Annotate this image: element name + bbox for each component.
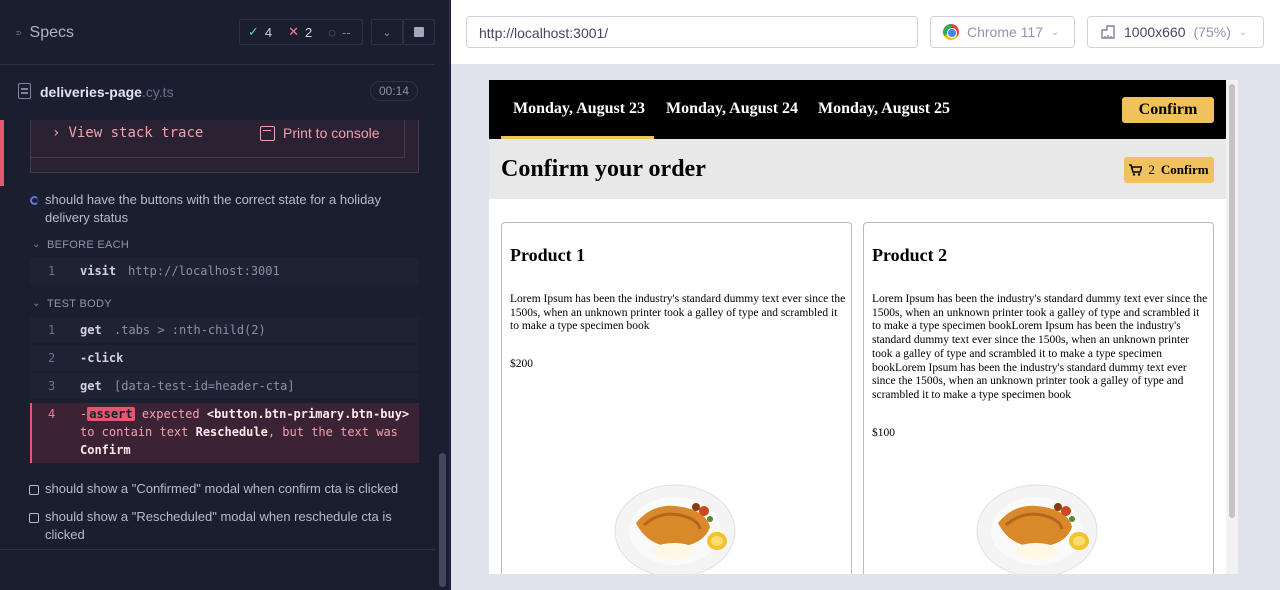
view-stack-trace-button[interactable]: › View stack trace [52,125,203,141]
spec-file-ext: .cy.ts [141,84,174,100]
tab-august-24[interactable]: Monday, August 24 [666,100,798,118]
url-bar[interactable]: http://localhost:3001/ [466,16,918,48]
stop-button[interactable] [403,19,435,45]
food-plate-image [976,484,1098,574]
spec-file-name: deliveries-page [40,84,142,100]
before-each-label[interactable]: BEFORE EACH [47,239,129,251]
assert-badge: assert [87,407,135,421]
app-scrollbar[interactable] [1229,84,1235,518]
product-name: Product 2 [872,245,948,265]
app-preview-panel: http://localhost:3001/ Chrome 117 ⌄ 1000… [451,0,1280,590]
passed-stat: ✓ 4 [248,24,273,40]
test-body-label[interactable]: TEST BODY [47,298,112,310]
test-stats: ✓ 4 ✕ 2 ◌ -- [239,19,363,45]
error-indicator-bar [0,120,4,186]
food-plate-image [614,484,736,574]
pending-checkbox-icon [29,513,39,523]
chevron-down-icon: ⌄ [382,26,392,39]
duration-badge: 00:14 [370,81,418,101]
command-log-scrollbar[interactable] [439,453,446,587]
divider [0,549,435,550]
specs-list-icon [16,31,22,35]
browser-selector[interactable]: Chrome 117 ⌄ [930,16,1075,48]
cart-count: 2 [1148,162,1155,177]
chevron-down-icon: ⌄ [1238,26,1248,38]
app-under-test: Monday, August 23 Monday, August 24 Mond… [489,80,1238,574]
document-icon [18,83,31,99]
page-title: Confirm your order [501,156,706,182]
failed-assert-row[interactable]: 4 - assert expected <button.btn-primary.b… [30,403,419,463]
product-card[interactable]: Product 1 Lorem Ipsum has been the indus… [501,222,852,574]
command-log-panel: Specs ✓ 4 ✕ 2 ◌ -- ⌄ deliveries-page.cy.ts … [0,0,450,590]
specs-toggle[interactable]: Specs [16,24,74,42]
spec-file-row[interactable]: deliveries-page.cy.ts 00:14 [0,66,435,116]
command-row[interactable]: 1 get .tabs > :nth-child(2) [30,317,419,343]
check-icon: ✓ [248,24,259,39]
chrome-icon [943,24,959,40]
chevron-down-icon: ⌄ [1051,26,1060,38]
chevron-down-icon: ⌄ [32,239,41,250]
command-row[interactable]: 2 -click [30,345,419,371]
browser-toolbar: http://localhost:3001/ Chrome 117 ⌄ 1000… [451,0,1280,64]
product-description: Lorem Ipsum has been the industry's stan… [872,293,1208,401]
chevron-right-icon: › [52,125,61,141]
viewport-info[interactable]: 1000x660 (75%) ⌄ [1087,16,1264,48]
console-icon [260,125,275,141]
header-cta-button[interactable]: 2 Confirm [1124,157,1214,183]
specs-header: Specs ✓ 4 ✕ 2 ◌ -- ⌄ [0,0,435,65]
product-price: $100 [872,427,895,439]
product-price: $200 [510,358,533,370]
command-row[interactable]: 1 visit http://localhost:3001 [30,258,419,284]
tab-august-25[interactable]: Monday, August 25 [818,100,950,118]
failed-stat: ✕ 2 [288,24,313,40]
specs-label: Specs [29,24,74,41]
x-icon: ✕ [288,24,300,39]
test-title-confirmed-modal[interactable]: should show a "Confirmed" modal when con… [45,480,415,498]
nav-confirm-button[interactable]: Confirm [1122,97,1214,123]
assert-message: - assert expected <button.btn-primary.btn… [80,407,410,457]
print-to-console-button[interactable]: Print to console [260,125,380,141]
product-card[interactable]: Product 2 Lorem Ipsum has been the indus… [863,222,1214,574]
cart-icon [1129,164,1143,176]
test-title-rescheduled-modal[interactable]: should show a "Rescheduled" modal when r… [45,508,415,544]
auto-scroll-button[interactable]: ⌄ [371,19,403,45]
pending-checkbox-icon [29,485,39,495]
running-spinner-icon [30,196,39,205]
test-title-running[interactable]: should have the buttons with the correct… [45,191,415,227]
stop-icon [414,27,424,37]
date-tabs-nav: Monday, August 23 Monday, August 24 Mond… [489,80,1226,139]
pending-icon: ◌ [328,24,337,40]
command-row[interactable]: 3 get [data-test-id=header-cta] [30,373,419,399]
pending-stat: ◌ -- [328,24,351,40]
chevron-down-icon: ⌄ [32,298,41,309]
product-description: Lorem Ipsum has been the industry's stan… [510,293,846,333]
tab-august-23[interactable]: Monday, August 23 [513,100,645,118]
product-name: Product 1 [510,245,586,265]
ruler-icon [1101,25,1115,39]
